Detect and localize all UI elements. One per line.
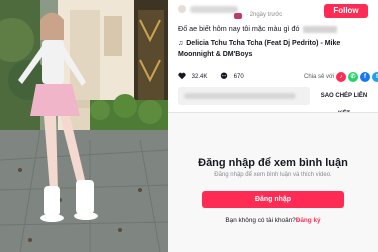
login-button[interactable]: Đăng nhập (202, 191, 344, 208)
tiktok-share-icon[interactable]: ♪ (336, 72, 346, 82)
comments-login-prompt: Đăng nhập để xem bình luận Đăng nhập để … (168, 113, 378, 252)
heart-icon (178, 73, 186, 80)
comment-button[interactable]: 670 (220, 71, 244, 83)
video-player[interactable] (0, 0, 168, 252)
follow-button[interactable]: Follow (324, 4, 368, 18)
comment-count: 670 (233, 74, 244, 80)
twitter-icon[interactable]: t (372, 72, 378, 82)
post-caption: Đố ae biết hôm nay tôi mặc màu gì đó (178, 24, 374, 33)
comment-icon (220, 72, 228, 80)
author-name-redacted[interactable] (190, 6, 238, 13)
login-prompt-title: Đăng nhập để xem bình luận (198, 157, 348, 169)
signup-row: Bạn không có tài khoản?Đăng ký (168, 217, 378, 224)
like-button[interactable]: 32.4K (178, 71, 207, 83)
no-account-text: Bạn không có tài khoản? (225, 217, 296, 224)
caption-redacted-tags[interactable] (303, 25, 338, 33)
link-row: SAO CHÉP LIÊN KẾT (178, 87, 370, 117)
music-note-icon: ♫ (178, 40, 184, 47)
video-frame-illustration (0, 0, 168, 252)
author-row: · 2ngày trước Follow (172, 3, 376, 21)
whatsapp-icon[interactable]: ✆ (348, 72, 358, 82)
music-title: Delicia Tchu Tcha Tcha (Feat Dj Pedrito)… (178, 40, 341, 58)
like-count: 32.4K (191, 74, 208, 80)
post-time: · 2ngày trước (246, 12, 283, 18)
signup-link[interactable]: Đăng ký (296, 217, 321, 224)
post-detail-panel: · 2ngày trước Follow Đố ae biết hôm nay … (168, 0, 378, 252)
author-handle-icon (234, 13, 242, 19)
stats-row: 32.4K 670 Chia sẻ với ♪ ✆ f t (178, 71, 378, 83)
login-prompt-subtitle: Đăng nhập để xem bình luận và thích vide… (214, 172, 332, 178)
avatar[interactable] (178, 5, 186, 13)
caption-text: Đố ae biết hôm nay tôi mặc màu gì đó (178, 24, 300, 33)
facebook-icon[interactable]: f (360, 72, 370, 82)
video-link-redacted (184, 93, 296, 99)
video-link-field[interactable] (178, 87, 310, 105)
share-label: Chia sẻ với (304, 74, 335, 80)
copy-link-button[interactable]: SAO CHÉP LIÊN KẾT (314, 87, 374, 117)
music-link[interactable]: ♫ Delicia Tchu Tcha Tcha (Feat Dj Pedrito… (178, 38, 374, 60)
